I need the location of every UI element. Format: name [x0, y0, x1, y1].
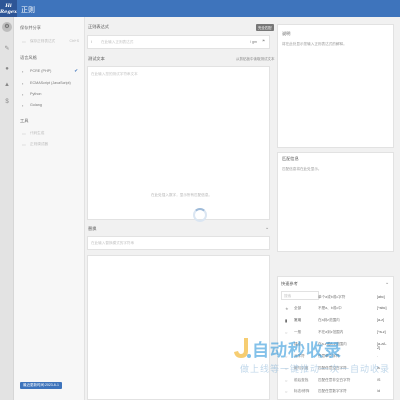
quickref-code: [abc] — [377, 295, 385, 299]
flavor-item-golang[interactable]: ▪ Golang — [22, 103, 42, 108]
save-section-title: 保存并分享 — [20, 25, 41, 30]
explain-panel: 说明 将在此处显示您输入正则表达式的解释。 — [277, 24, 394, 148]
quickref-category: 全部 — [294, 306, 302, 310]
quickref-desc: 在a到z范围内 — [318, 318, 340, 322]
icon-rail: ⚙ ✎ ● ▲ $ — [0, 17, 14, 400]
tool-label: 正则调试器 — [30, 142, 48, 146]
quickref-header: 快速参考 — [281, 281, 298, 286]
explain-header: 说明 — [282, 31, 291, 36]
regex-delimiter-open: / — [91, 40, 92, 44]
regex-header: 正则表达式 — [88, 24, 109, 29]
regex-flags[interactable]: / gm — [250, 40, 257, 44]
quickref-row[interactable]: 单个a或b或c字符 [abc] — [281, 292, 389, 302]
regex-input[interactable]: / 在此输入正则表达式 / gm ⚑ — [87, 35, 270, 49]
read-clipboard-link[interactable]: 从剪贴板中读取测试文本 — [236, 57, 275, 62]
quickref-code: [a-z] — [377, 318, 384, 322]
watermark-slogan: 做上线等一键推动一次一自动收录 — [240, 364, 391, 374]
test-header: 测试文本 — [88, 56, 105, 61]
quickref-code: [^abc] — [377, 306, 387, 310]
save-icon: ▭ — [22, 39, 26, 44]
chevron-down-icon[interactable]: ⌄ — [385, 280, 389, 286]
explain-text: 将在此处显示您输入正则表达式的解释。 — [282, 42, 347, 46]
test-placeholder: 在此输入您的测试字符串文本 — [91, 72, 138, 76]
wrench-icon[interactable]: ✎ — [2, 44, 12, 54]
quickref-row[interactable]: ▮ 常用 在a到z范围内 [a-z] — [281, 315, 389, 325]
tool-code-generator[interactable]: ▭ 代码生成 — [22, 131, 45, 136]
python-icon: ▪ — [22, 92, 24, 97]
status-badge: 最近更新时间:2023-6-1 — [20, 382, 62, 389]
quickref-code: [^a-z] — [377, 330, 386, 334]
match-text: 匹配信息将在此处显示。 — [282, 167, 322, 171]
app-header: Hi Regex 正则 — [0, 0, 400, 17]
flavor-label: Golang — [30, 103, 42, 107]
test-textarea[interactable]: 在此输入您的测试字符串文本 在此处插入数字，显示所有匹配信息。 — [87, 66, 270, 220]
quickref-row[interactable]: ○ 标志/修饰 匹配任意数字字符 \d — [281, 386, 389, 396]
regex-placeholder: 在此输入正则表达式 — [101, 40, 134, 44]
sidebar: 保存并分享 ▭ 保存正则表达式 Ctrl+S 语言风格 ▪ PCRE (PHP)… — [14, 17, 85, 400]
app-logo[interactable]: Hi Regex — [0, 0, 17, 17]
match-header: 匹配信息 — [282, 156, 299, 161]
check-icon: ✔ — [74, 68, 78, 73]
tool-label: 代码生成 — [30, 131, 45, 135]
save-regex-label: 保存正则表达式 — [30, 39, 56, 43]
tools-section-title: 工具 — [20, 118, 29, 123]
test-center-hint: 在此处插入数字，显示所有匹配信息。 — [151, 193, 213, 197]
replace-header: 替换 — [88, 226, 97, 231]
watermark-text: 自动秒收录 — [252, 341, 342, 360]
quickref-desc: 匹配任意数字字符 — [318, 389, 347, 393]
watermark-logo — [234, 338, 251, 358]
dot-icon: ○ — [285, 389, 288, 394]
flavor-item-pcre[interactable]: ▪ PCRE (PHP) ✔ — [22, 68, 84, 74]
match-panel: 匹配信息 匹配信息将在此处显示。 — [277, 152, 394, 252]
flavor-item-ecmascript[interactable]: ▪ ECMAScript (JavaScript) — [22, 81, 71, 86]
flag-icon[interactable]: ⚑ — [262, 39, 265, 43]
full-match-badge[interactable]: 完全匹配 — [256, 24, 274, 31]
app-title: 正则 — [21, 7, 35, 14]
star-icon: ★ — [285, 306, 289, 311]
quickref-desc: 不是a、b或c中 — [318, 306, 342, 310]
bookmark-icon: ▮ — [285, 318, 288, 323]
dot-icon: ○ — [285, 330, 288, 335]
quickref-row[interactable]: ★ 全部 不是a、b或c中 [^abc] — [281, 303, 389, 313]
watermark: 自动秒收录 做上线等一键推动一次一自动收录 — [232, 336, 392, 380]
gear-icon[interactable]: ⚙ — [2, 22, 12, 32]
tool-regex-debugger[interactable]: ▭ 正则调试器 — [22, 142, 48, 147]
replace-input[interactable]: 在此输入替换模式的字符串 — [87, 236, 270, 250]
flavor-item-python[interactable]: ▪ Python — [22, 92, 42, 97]
dollar-icon[interactable]: $ — [2, 97, 12, 107]
quickref-category: 一般 — [294, 330, 302, 334]
bug-icon: ▭ — [22, 142, 26, 147]
quickref-category: 常用 — [294, 318, 302, 322]
chevron-down-icon[interactable]: ⌄ — [265, 225, 269, 231]
replace-placeholder: 在此输入替换模式的字符串 — [91, 241, 135, 245]
quickref-category: 标志/修饰 — [294, 389, 310, 393]
user-icon[interactable]: ● — [2, 64, 12, 74]
flavor-section-title: 语言风格 — [20, 55, 37, 60]
quickref-code: \d — [377, 389, 380, 393]
code-icon: ▭ — [22, 131, 26, 136]
php-icon: ▪ — [22, 69, 24, 74]
flavor-label: Python — [30, 92, 42, 96]
quickref-desc: 单个a或b或c字符 — [318, 295, 346, 299]
save-regex-item[interactable]: ▭ 保存正则表达式 Ctrl+S — [22, 39, 79, 44]
quickref-desc: 不在a到z范围内 — [318, 330, 344, 334]
flask-icon[interactable]: ▲ — [2, 80, 12, 90]
flavor-label: ECMAScript (JavaScript) — [30, 81, 71, 85]
go-icon: ▪ — [22, 103, 24, 108]
js-icon: ▪ — [22, 81, 24, 86]
flavor-label: PCRE (PHP) — [30, 69, 52, 73]
save-shortcut: Ctrl+S — [69, 39, 79, 43]
loading-spinner — [193, 208, 207, 222]
